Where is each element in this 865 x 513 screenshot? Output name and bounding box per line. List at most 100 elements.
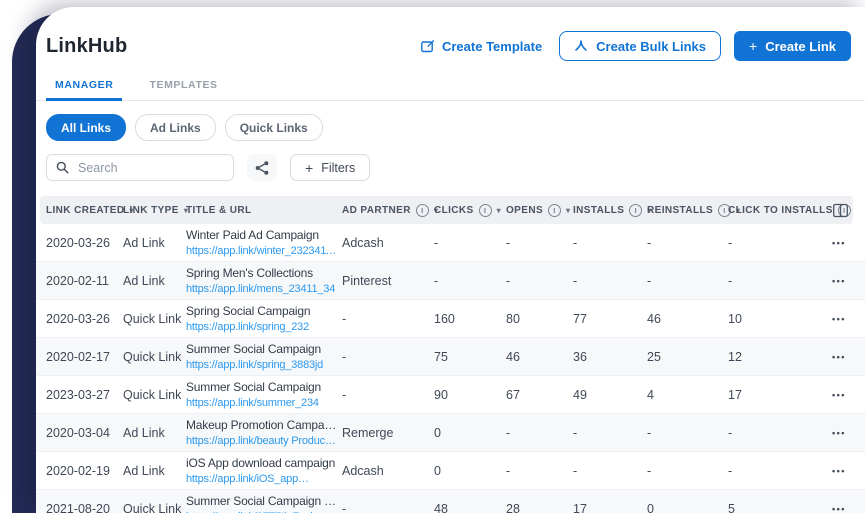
info-icon: i — [629, 203, 643, 217]
create-bulk-links-button[interactable]: Create Bulk Links — [559, 31, 721, 61]
link-created-cell: 2020-03-04 — [46, 425, 110, 440]
ad-partner-cell: - — [342, 501, 347, 513]
share-icon — [254, 160, 270, 176]
reinstalls-cell: 0 — [647, 501, 654, 513]
link-created-cell: 2020-02-19 — [46, 463, 110, 478]
create-template-button[interactable]: Create Template — [416, 39, 546, 54]
opens-cell: 28 — [506, 501, 520, 513]
table-row: 2020-02-19 Ad Link iOS App download campai… — [36, 452, 865, 490]
share-button[interactable] — [247, 154, 277, 181]
opens-cell: 46 — [506, 349, 520, 364]
link-created-cell: 2023-03-27 — [46, 387, 110, 402]
clicks-cell: 90 — [434, 387, 448, 402]
link-title: Spring Social Campaign — [186, 303, 311, 318]
link-url[interactable]: https://app.link/winter_232341134 — [186, 243, 338, 259]
column-label: OPENS — [506, 204, 544, 216]
link-title: Winter Paid Ad Campaign — [186, 227, 319, 242]
column-header-link-type[interactable]: LINK TYPE ▾ — [123, 205, 188, 216]
create-template-label: Create Template — [441, 38, 543, 54]
link-url[interactable]: https://app.link/8FT5IlgFpyb — [186, 509, 338, 513]
bulk-links-icon — [574, 39, 588, 53]
link-created-cell: 2020-03-26 — [46, 235, 110, 250]
clicks-cell: 160 — [434, 311, 455, 326]
title-url-cell: Spring Social Campaign https://app.link/s… — [186, 303, 342, 335]
filters-label: Filters — [321, 160, 356, 175]
template-icon — [420, 39, 435, 54]
column-label: LINK CREATED — [46, 204, 125, 216]
installs-cell: - — [573, 235, 578, 250]
link-title: Makeup Promotion Campaign — [186, 417, 338, 432]
reinstalls-cell: 4 — [647, 387, 654, 402]
linkhub-card: LinkHub Create Template Create Bulk Link… — [36, 7, 865, 513]
ad-partner-cell: - — [342, 387, 347, 402]
page-background: LinkHub Create Template Create Bulk Link… — [0, 0, 865, 513]
ad-partner-cell: Adcash — [342, 463, 384, 478]
sort-caret-icon: ▾ — [496, 205, 502, 215]
filter-chip-ad-links[interactable]: Ad Links — [135, 114, 216, 141]
click-to-installs-cell: 12 — [728, 349, 742, 364]
row-actions-button[interactable]: ••• — [832, 502, 846, 513]
link-type-cell: Quick Link — [123, 311, 182, 326]
opens-cell: - — [506, 235, 511, 250]
search-input[interactable] — [76, 159, 224, 176]
installs-cell: - — [573, 463, 578, 478]
title-url-cell: Makeup Promotion Campaign https://app.lin… — [186, 417, 342, 449]
row-actions-button[interactable]: ••• — [832, 464, 846, 478]
installs-cell: 36 — [573, 349, 587, 364]
link-type-cell: Ad Link — [123, 235, 165, 250]
links-table: LINK CREATED ▾ LINK TYPE ▾ TITLE & URL AD PAR… — [36, 196, 865, 513]
installs-cell: - — [573, 273, 578, 288]
ad-partner-cell: Adcash — [342, 235, 384, 250]
column-header-link-created[interactable]: LINK CREATED ▾ — [46, 204, 133, 216]
filters-button[interactable]: + Filters — [290, 154, 371, 181]
row-actions-button[interactable]: ••• — [832, 236, 846, 250]
column-header-click-to-installs: CLICK TO INSTALLS i — [728, 203, 851, 217]
create-link-label: Create Link — [765, 38, 836, 54]
link-url[interactable]: https://app.link/mens_23411_34 — [186, 281, 338, 297]
filter-chip-all-links[interactable]: All Links — [46, 114, 127, 141]
clicks-cell: 48 — [434, 501, 448, 513]
plus-icon: + — [305, 159, 314, 176]
row-actions-button[interactable]: ••• — [832, 274, 846, 288]
click-to-installs-cell: - — [728, 273, 733, 288]
tab-templates[interactable]: TEMPLATES — [140, 75, 226, 100]
link-url[interactable]: https://app.link/beauty Produc… — [186, 433, 338, 449]
link-url[interactable]: https://app.link/iOS_app… — [186, 471, 338, 487]
link-title: Summer Social Campaign 2022 — [186, 493, 338, 508]
table-header-row: LINK CREATED ▾ LINK TYPE ▾ TITLE & URL AD PAR… — [40, 196, 853, 224]
title-url-cell: Summer Social Campaign 2022https://app.l… — [186, 493, 342, 513]
search-input-wrapper — [46, 154, 234, 181]
ad-partner-cell: Remerge — [342, 425, 394, 440]
create-link-button[interactable]: + Create Link — [734, 31, 851, 61]
link-url[interactable]: https://app.link/spring_3883jd — [186, 357, 338, 373]
column-header-installs[interactable]: INSTALLS i ▾ — [573, 203, 651, 217]
link-title: Spring Men's Collections — [186, 265, 313, 280]
tab-manager[interactable]: MANAGER — [46, 75, 123, 101]
opens-cell: - — [506, 463, 511, 478]
column-label: REINSTALLS — [647, 204, 714, 216]
column-header-title-url: TITLE & URL — [186, 205, 342, 216]
column-header-opens[interactable]: OPENS i ▾ — [506, 203, 573, 217]
link-type-cell: Quick Link — [123, 387, 182, 402]
link-url[interactable]: https://app.link/summer_234 — [186, 395, 338, 411]
opens-cell: 67 — [506, 387, 520, 402]
row-actions-button[interactable]: ••• — [832, 312, 846, 326]
create-bulk-links-label: Create Bulk Links — [596, 38, 706, 54]
row-actions-button[interactable]: ••• — [832, 426, 846, 440]
opens-cell: 80 — [506, 311, 520, 326]
link-url[interactable]: https://app.link/spring_232 — [186, 319, 338, 335]
table-body: 2020-03-26 Ad Link Winter Paid Ad Campaign… — [36, 224, 865, 513]
header-actions: Create Template Create Bulk Links + Crea… — [416, 31, 851, 61]
column-settings-button[interactable] — [832, 203, 849, 218]
column-header-clicks[interactable]: CLICKS i ▾ — [434, 203, 506, 217]
column-header-ad-partner[interactable]: AD PARTNER i ▾ — [342, 203, 438, 217]
ad-partner-cell: - — [342, 311, 347, 326]
reinstalls-cell: 25 — [647, 349, 661, 364]
link-type-filter-chips: All Links Ad Links Quick Links — [36, 114, 865, 141]
link-created-cell: 2020-03-26 — [46, 311, 110, 326]
row-actions-button[interactable]: ••• — [832, 350, 846, 364]
row-actions-button[interactable]: ••• — [832, 388, 846, 402]
column-header-reinstalls[interactable]: REINSTALLS i ▾ — [647, 203, 740, 217]
filter-chip-quick-links[interactable]: Quick Links — [224, 114, 323, 141]
ad-partner-cell: Pinterest — [342, 273, 392, 288]
